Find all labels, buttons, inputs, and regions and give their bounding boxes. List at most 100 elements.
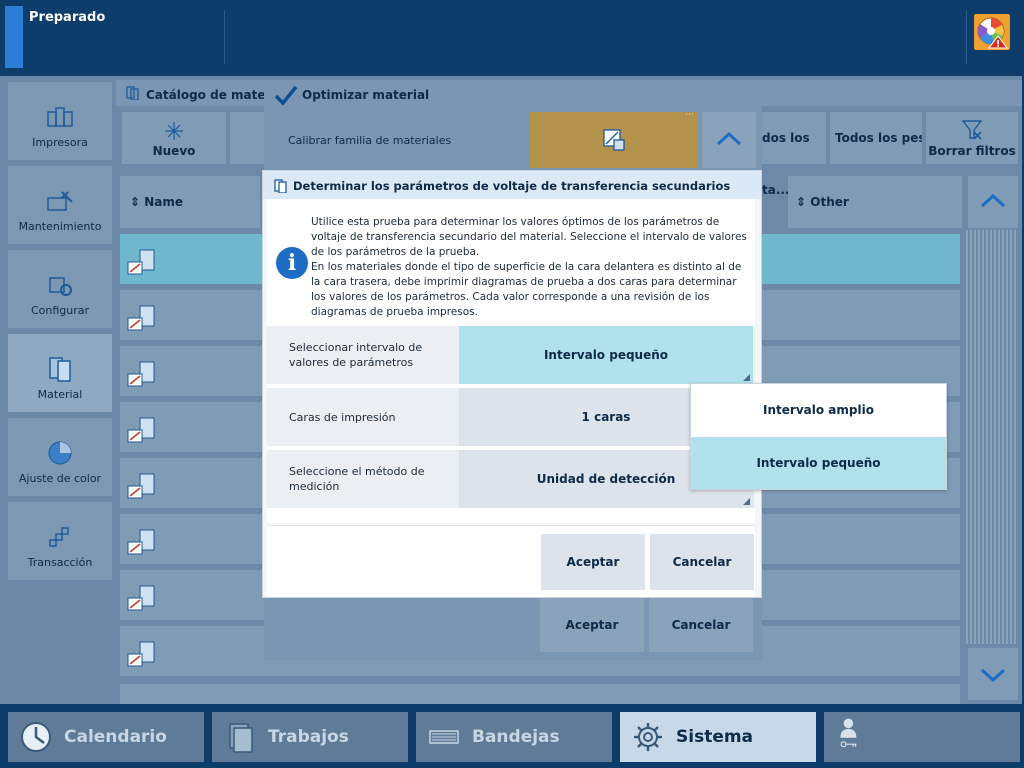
bottom-tab-bar: Calendario Trabajos Bandejas Sistema: [0, 704, 1024, 768]
checkmark-icon: [274, 85, 298, 106]
dropdown-option-small-range[interactable]: Intervalo pequeño: [691, 437, 946, 489]
transaction-icon: [49, 527, 69, 547]
optimize-title: Optimizar material: [302, 88, 430, 102]
filter-all-ta-button[interactable]: dos los ta...: [762, 112, 826, 197]
dropdown-option-wide-range[interactable]: Intervalo amplio: [691, 384, 946, 436]
new-material-button[interactable]: Nuevo: [122, 112, 226, 164]
nav-transaction-label: Transacción: [27, 556, 93, 569]
toolbar-placeholder[interactable]: [230, 112, 264, 164]
range-select-value: Intervalo pequeño: [543, 348, 669, 362]
nav-material-label: Material: [37, 388, 83, 401]
accept-button[interactable]: Aceptar: [541, 534, 645, 590]
sort-icon: ⇕: [130, 195, 141, 209]
maintenance-icon: [47, 191, 73, 211]
table-row[interactable]: [120, 684, 960, 704]
range-dropdown-list: Intervalo amplio Intervalo pequeño: [690, 383, 947, 490]
method-select-value: Unidad de detección: [536, 472, 676, 486]
column-header-name[interactable]: ⇕ Name: [120, 176, 260, 228]
optimize-scroll-up-button[interactable]: [702, 112, 756, 168]
material-thumbnail-icon: [127, 249, 155, 275]
user-key-icon: [840, 718, 857, 748]
tab-jobs-label: Trabajos: [268, 727, 349, 747]
nav-color-adjust[interactable]: Ajuste de color: [8, 418, 112, 496]
column-header-other[interactable]: ⇕ Other: [788, 176, 962, 228]
gear-icon: [634, 723, 662, 751]
info-icon: i: [276, 247, 308, 279]
new-material-label: Nuevo: [152, 144, 196, 158]
material-thumbnail-icon: [127, 473, 155, 499]
filter-all-pes-label: Todos los pes...: [835, 131, 922, 145]
description-paragraph: Utilice esta prueba para determinar los …: [311, 216, 747, 258]
sides-field-label: Caras de impresión: [289, 411, 396, 424]
filter-all-pes-button[interactable]: Todos los pes...: [830, 112, 922, 164]
nav-transaction[interactable]: Transacción: [8, 502, 112, 580]
top-divider: [966, 10, 967, 64]
tab-system[interactable]: Sistema: [620, 712, 816, 762]
catalog-icon: [126, 86, 139, 100]
description-paragraph: En los materiales donde el tipo de super…: [311, 261, 742, 318]
color-warning-icon[interactable]: [974, 14, 1010, 50]
printer-icon: [47, 107, 73, 127]
nav-configure-label: Configurar: [30, 304, 90, 317]
calibrate-family-button[interactable]: ⋯: [530, 110, 698, 168]
tab-trays[interactable]: Bandejas: [416, 712, 612, 762]
material-thumbnail-icon: [127, 417, 155, 443]
tab-user[interactable]: [824, 712, 1020, 762]
dropdown-corner-icon: [743, 374, 750, 381]
calibrate-icon: [603, 129, 625, 151]
dialog-title: Determinar los parámetros de voltaje de …: [293, 179, 731, 193]
material-icon: [49, 357, 71, 382]
sort-icon: ⇕: [796, 195, 807, 209]
top-divider: [224, 10, 225, 64]
sides-field-row: Caras de impresión 1 caras: [267, 388, 755, 446]
printer-status-text: Preparado: [29, 10, 106, 25]
jobs-icon: [229, 723, 253, 753]
trays-icon: [429, 730, 459, 744]
catalog-scroll-up-button[interactable]: [968, 176, 1018, 228]
method-field-row: Seleccione el método de medición Unidad …: [267, 450, 755, 508]
tab-jobs[interactable]: Trabajos: [212, 712, 408, 762]
clear-filters-button[interactable]: Borrar filtros: [926, 112, 1018, 164]
range-select[interactable]: Intervalo pequeño: [459, 326, 753, 384]
nav-maintenance[interactable]: Mantenimiento: [8, 166, 112, 244]
left-navigation: Impresora Mantenimiento Configurar Mater…: [0, 76, 116, 704]
sides-select-value: 1 caras: [581, 410, 631, 424]
nav-printer-label: Impresora: [32, 136, 88, 149]
material-thumbnail-icon: [127, 641, 155, 667]
material-thumbnail-icon: [127, 305, 155, 331]
material-thumbnail-icon: [127, 361, 155, 387]
tab-calendar-label: Calendario: [64, 727, 167, 747]
chevron-up-icon: [716, 132, 742, 146]
optimize-accept-button[interactable]: Aceptar: [540, 598, 644, 652]
nav-printer[interactable]: Impresora: [8, 82, 112, 160]
material-thumbnail-icon: [127, 585, 155, 611]
dialog-footer: Aceptar Cancelar: [267, 525, 755, 597]
nav-configure[interactable]: Configurar: [8, 250, 112, 328]
nav-material[interactable]: Material: [8, 334, 112, 412]
sparkle-icon: [165, 122, 183, 140]
nav-maintenance-label: Mantenimiento: [18, 220, 102, 233]
catalog-scroll-down-button[interactable]: [968, 648, 1018, 700]
dialog-header: Determinar los parámetros de voltaje de …: [263, 171, 761, 199]
top-status-bar: Preparado: [0, 0, 1024, 76]
method-field-label: Seleccione el método de medición: [289, 465, 425, 493]
dropdown-corner-icon: [743, 498, 750, 505]
clock-icon: [21, 722, 51, 752]
tab-system-label: Sistema: [676, 727, 754, 747]
material-icon: [274, 179, 287, 193]
column-other-label: Other: [810, 195, 849, 209]
calibrate-family-label: Calibrar familia de materiales: [288, 134, 452, 147]
transfer-voltage-dialog: Determinar los parámetros de voltaje de …: [262, 170, 762, 598]
catalog-scrollbar[interactable]: [966, 230, 1018, 644]
tab-calendar[interactable]: Calendario: [8, 712, 204, 762]
tab-trays-label: Bandejas: [472, 727, 560, 747]
more-icon: ⋯: [685, 110, 694, 120]
status-indicator: [5, 6, 23, 68]
optimize-cancel-button[interactable]: Cancelar: [649, 598, 753, 652]
cancel-button[interactable]: Cancelar: [650, 534, 754, 590]
range-field-row: Seleccionar intervalo de valores de pará…: [267, 326, 755, 384]
clear-filter-icon: [961, 120, 983, 140]
dialog-description: Utilice esta prueba para determinar los …: [311, 215, 751, 320]
chevron-up-icon: [980, 194, 1006, 208]
configure-icon: [49, 277, 72, 296]
